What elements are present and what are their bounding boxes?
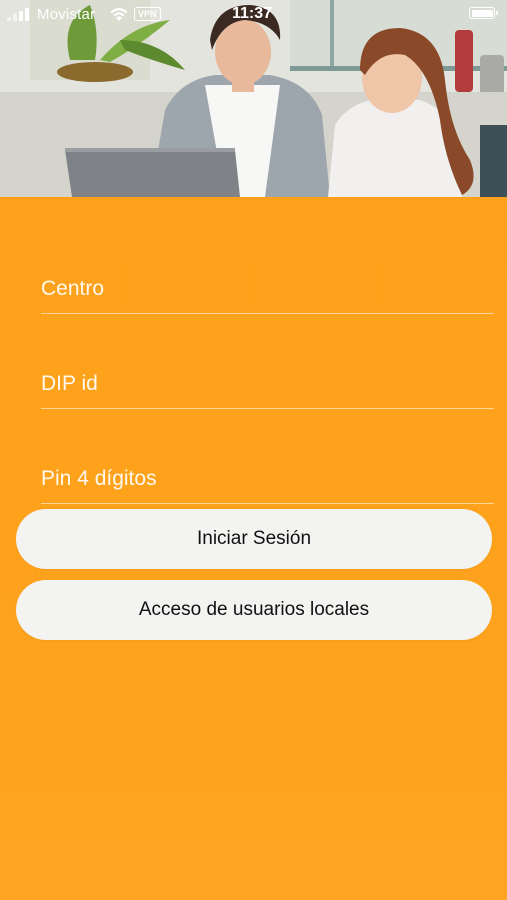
dip-id-field-container (41, 348, 494, 409)
cellular-signal-icon (7, 7, 33, 21)
centro-input[interactable] (41, 277, 494, 301)
battery-icon (469, 7, 498, 19)
login-form: Iniciar Sesión Acceso de usuarios locale… (0, 197, 507, 900)
carrier-name: Movistar (37, 6, 96, 23)
login-button[interactable]: Iniciar Sesión (16, 509, 492, 569)
clock: 11:37 (232, 5, 273, 22)
wifi-icon (110, 8, 128, 21)
local-users-access-button[interactable]: Acceso de usuarios locales (16, 580, 492, 640)
dip-id-input[interactable] (41, 372, 494, 396)
pin-input[interactable] (41, 467, 494, 491)
vpn-badge: VPN (134, 7, 161, 21)
status-bar: Movistar VPN 11:37 (0, 0, 507, 30)
pin-field-container (41, 443, 494, 504)
centro-field-container (41, 253, 494, 314)
